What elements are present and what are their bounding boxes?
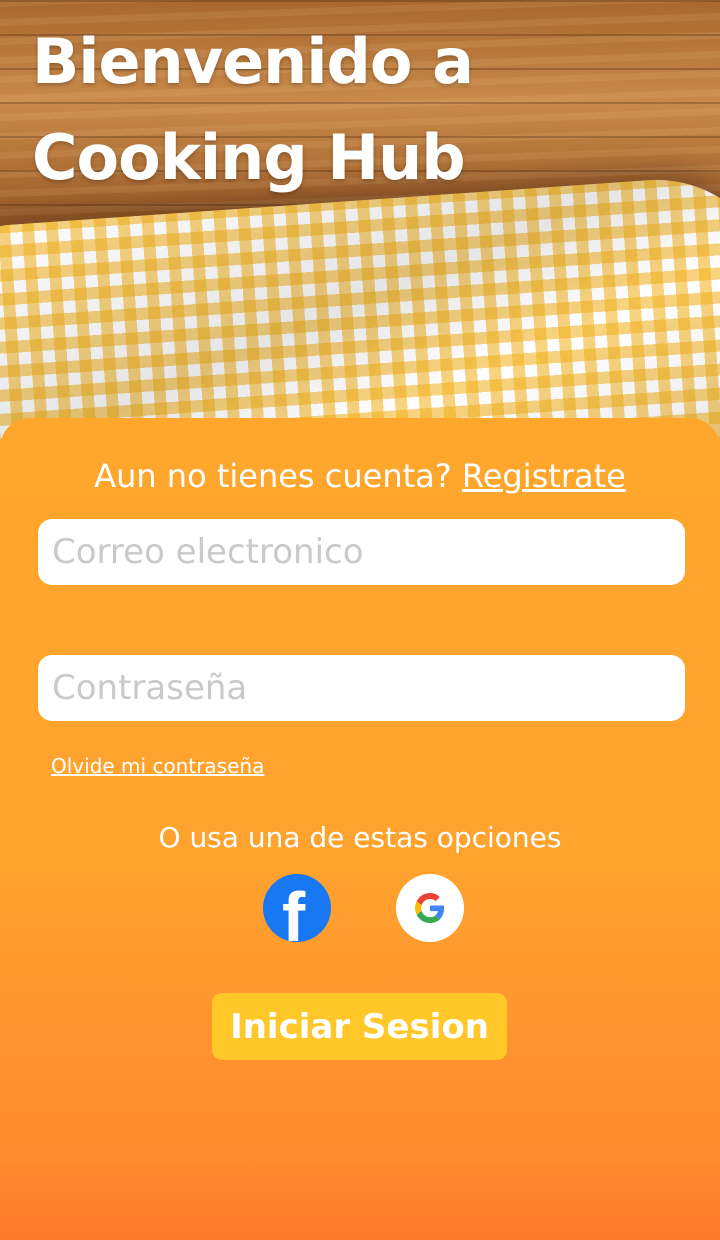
social-options-prompt: O usa una de estas opciones — [158, 821, 562, 854]
register-link[interactable]: Registrate — [462, 457, 626, 495]
welcome-title-line1: Bienvenido a — [32, 25, 474, 98]
login-card: Aun no tienes cuenta? Registrate Olvide … — [0, 418, 720, 1240]
welcome-title-line2: Cooking Hub — [32, 121, 466, 194]
google-icon — [415, 893, 445, 923]
facebook-login-button[interactable]: f — [263, 874, 331, 942]
email-field[interactable] — [38, 519, 685, 585]
hero-banner: Bienvenido a Cooking Hub — [0, 0, 720, 470]
signup-prompt: Aun no tienes cuenta? — [94, 457, 452, 495]
facebook-icon: f — [282, 878, 306, 942]
google-login-button[interactable] — [396, 874, 464, 942]
login-button[interactable]: Iniciar Sesion — [212, 993, 507, 1060]
welcome-title: Bienvenido a Cooking Hub — [32, 14, 474, 206]
signup-prompt-line: Aun no tienes cuenta? Registrate — [0, 456, 720, 496]
forgot-password-link[interactable]: Olvide mi contraseña — [51, 754, 264, 778]
password-field[interactable] — [38, 655, 685, 721]
